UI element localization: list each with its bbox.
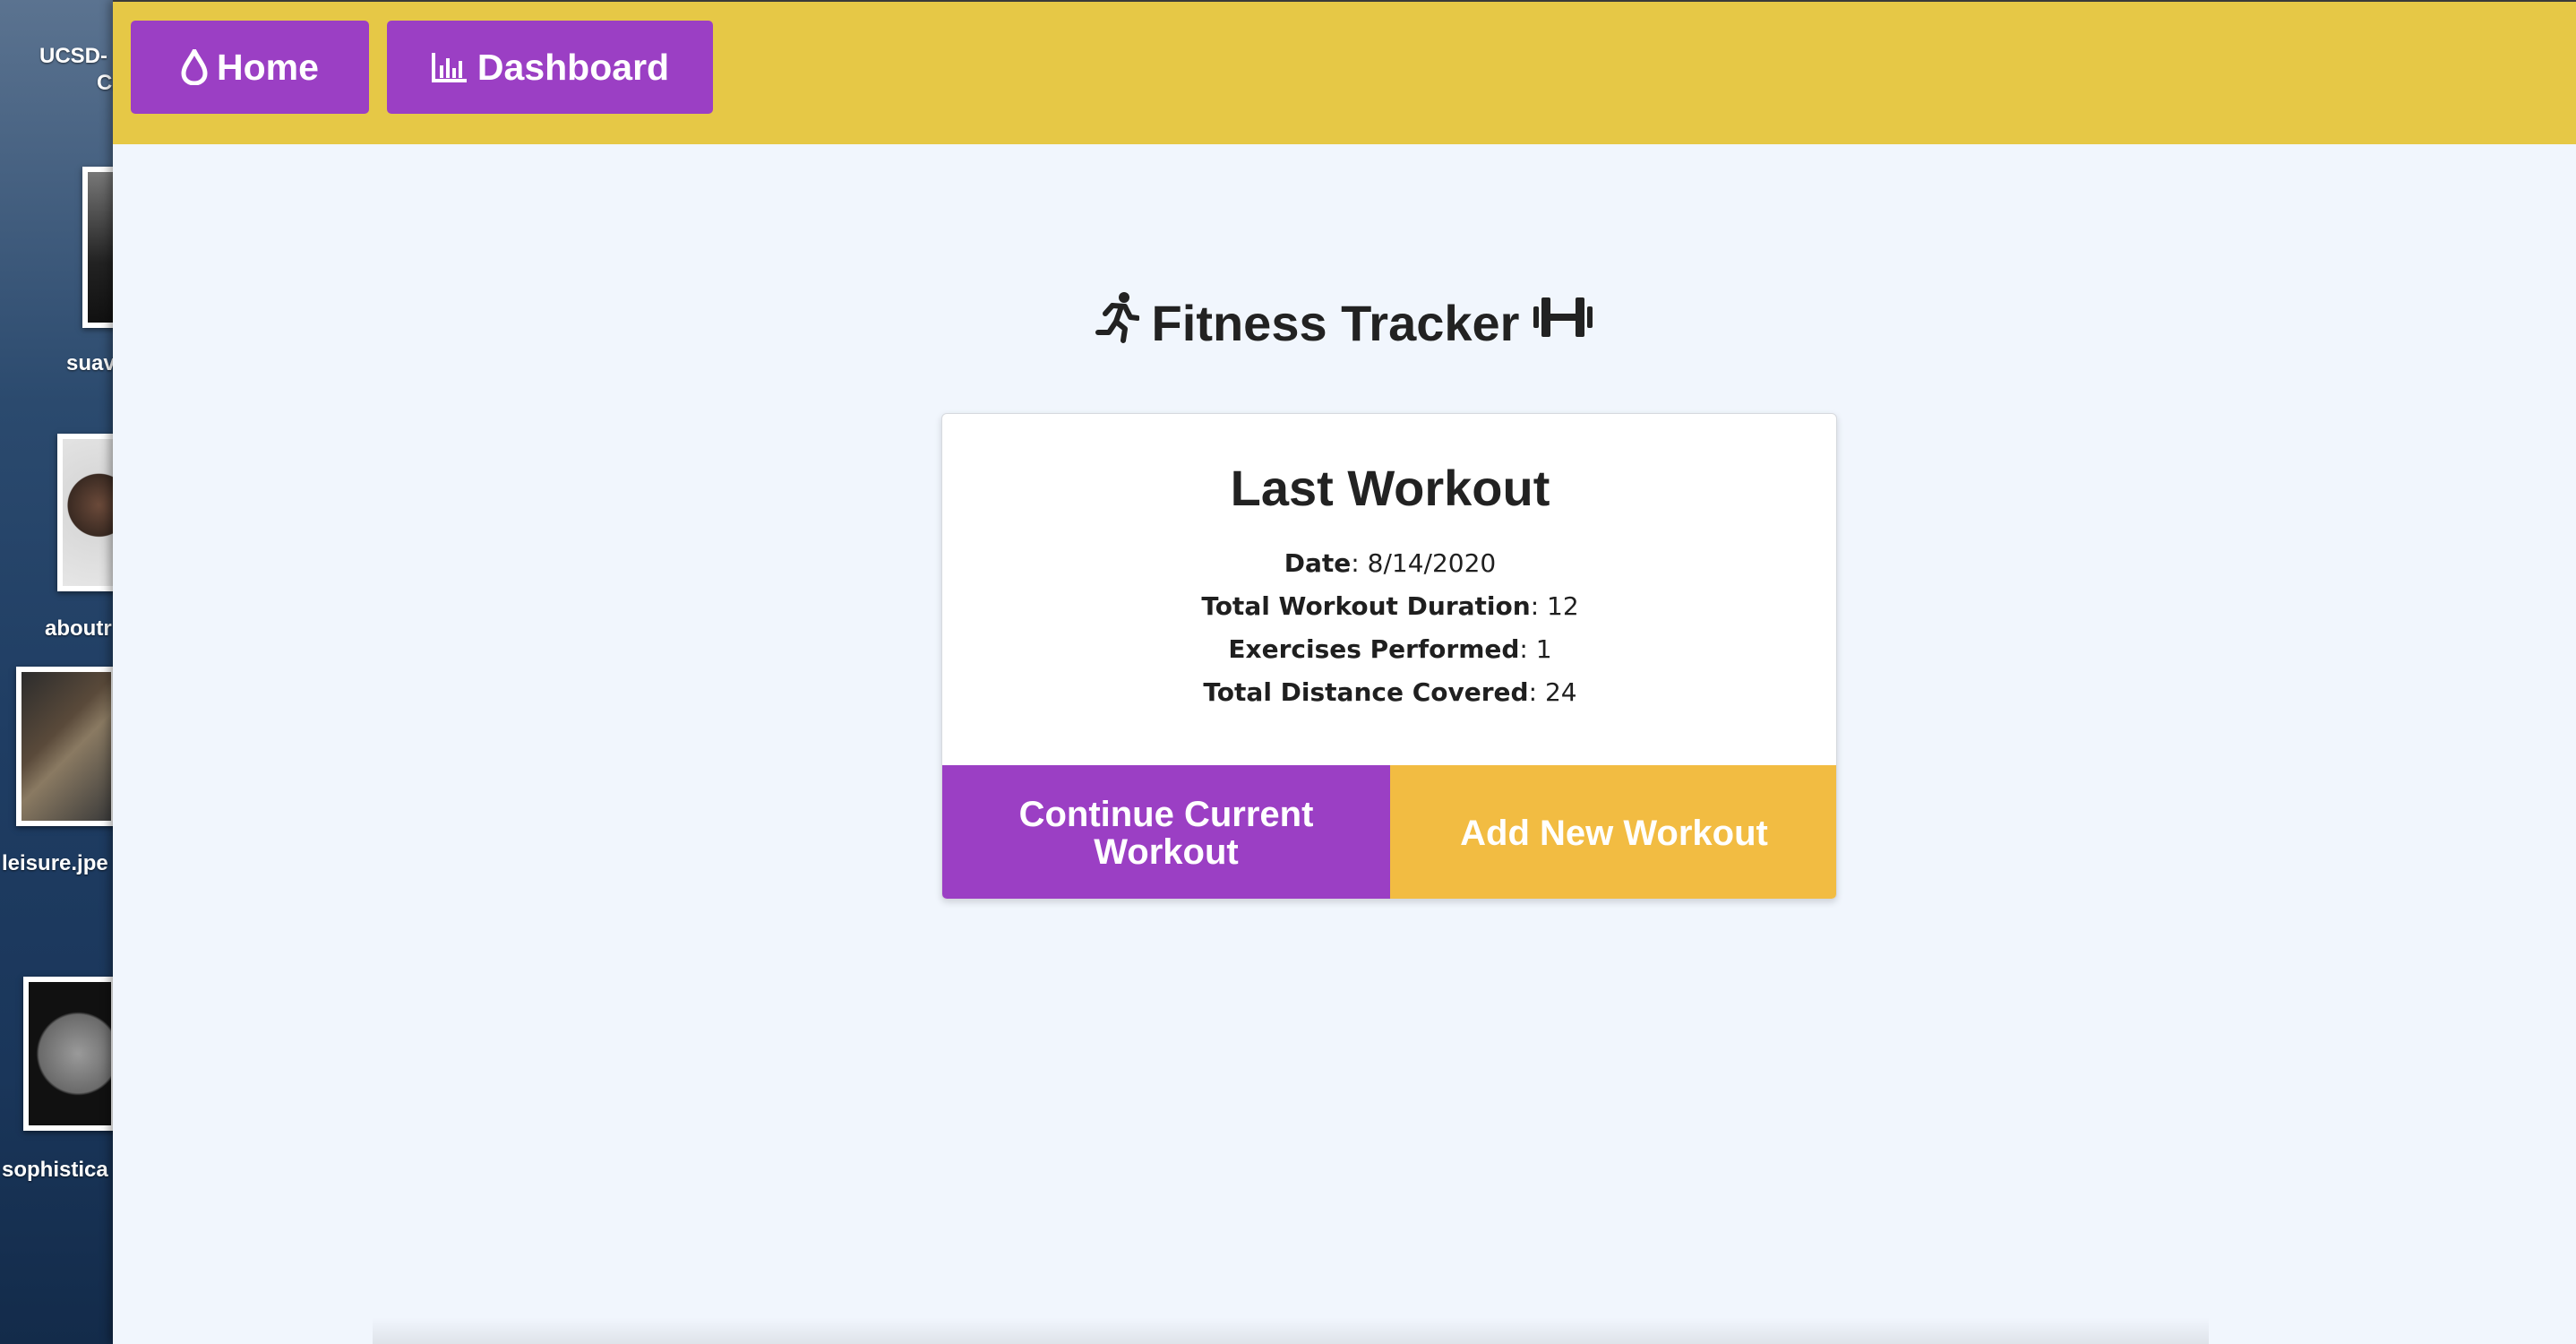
- desktop-item-label: leisure.jpe: [2, 851, 108, 875]
- desktop-thumbnail-leisure[interactable]: [16, 667, 116, 826]
- stat-date: Date: 8/14/2020: [1284, 548, 1497, 578]
- bar-chart-icon: [431, 51, 468, 83]
- stat-duration: Total Workout Duration: 12: [1201, 591, 1579, 621]
- droplet-icon: [181, 49, 208, 85]
- desktop-thumbnail-aboutr[interactable]: [57, 434, 120, 591]
- stat-label: Date: [1284, 548, 1352, 578]
- stat-label: Exercises Performed: [1228, 634, 1520, 664]
- app-window: Home Dashboard Fitness Tracker Last Work…: [113, 0, 2576, 1344]
- desktop-item-label: sophistica: [2, 1158, 108, 1182]
- stat-value: 8/14/2020: [1367, 548, 1497, 578]
- dumbbell-icon: [1532, 292, 1594, 354]
- card-title: Last Workout: [1230, 460, 1550, 516]
- add-workout-button[interactable]: Add New Workout: [1390, 765, 1836, 899]
- continue-workout-button[interactable]: Continue Current Workout: [942, 765, 1390, 899]
- home-label: Home: [217, 46, 319, 88]
- stat-value: 24: [1544, 677, 1577, 707]
- stat-value: 12: [1547, 591, 1579, 621]
- running-icon: [1095, 291, 1140, 355]
- stat-label: Total Workout Duration: [1201, 591, 1531, 621]
- desktop-item-label: suav: [66, 351, 116, 375]
- dashboard-label: Dashboard: [477, 46, 670, 88]
- stat-exercises: Exercises Performed: 1: [1228, 634, 1552, 664]
- navbar: Home Dashboard: [113, 0, 2576, 144]
- stat-distance: Total Distance Covered: 24: [1203, 677, 1577, 707]
- last-workout-card: Last Workout Date: 8/14/2020 Total Worko…: [941, 413, 1837, 900]
- desktop-thumbnail-sophistica[interactable]: [23, 977, 116, 1131]
- home-button[interactable]: Home: [131, 21, 369, 114]
- desktop-item-label: aboutr: [45, 616, 112, 641]
- dashboard-button[interactable]: Dashboard: [387, 21, 713, 114]
- page-title: Fitness Tracker: [113, 287, 2576, 358]
- page-title-text: Fitness Tracker: [1151, 294, 1520, 351]
- bottom-shadow: [373, 1317, 2209, 1344]
- stat-label: Total Distance Covered: [1203, 677, 1529, 707]
- stat-value: 1: [1535, 634, 1552, 664]
